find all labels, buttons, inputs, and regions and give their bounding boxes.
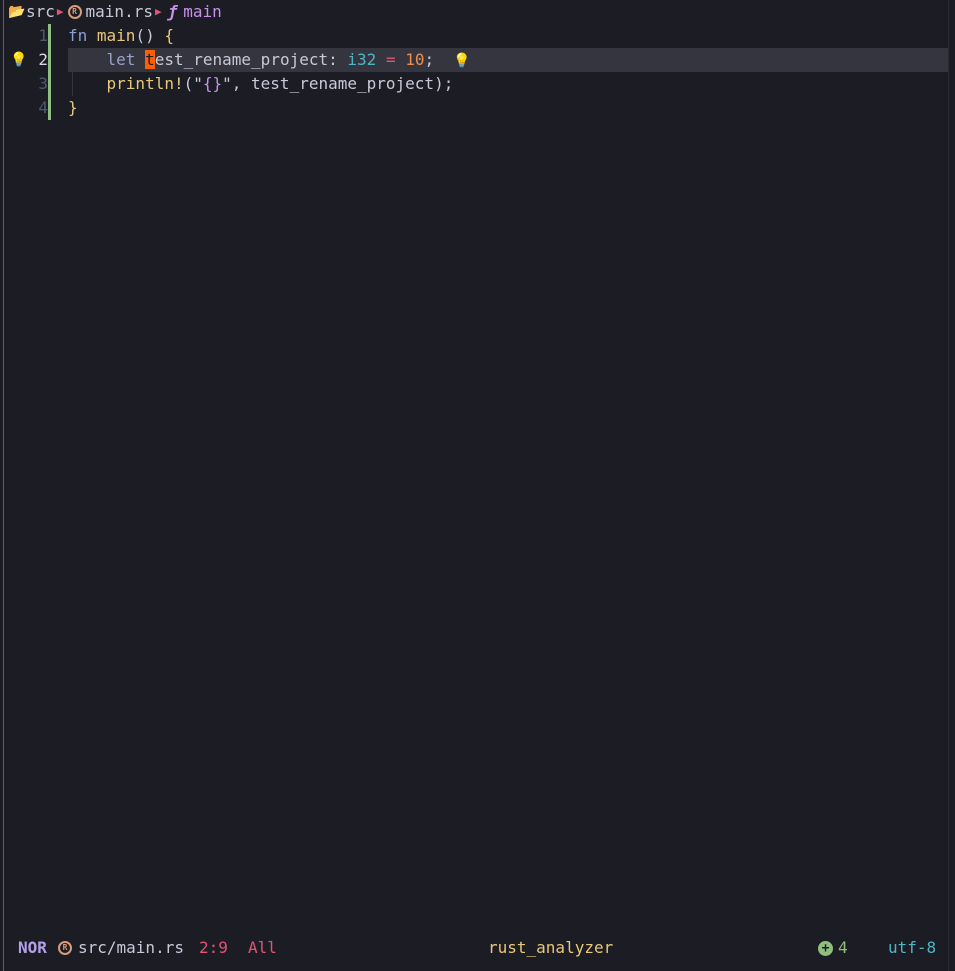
cursor-position: 2:9 [199, 938, 228, 957]
lightbulb-icon[interactable]: 💡 [453, 53, 470, 69]
breadcrumb: 📂 src ▶ R main.rs ▶ ƒ main [8, 0, 948, 24]
mode-indicator: NOR [18, 938, 47, 957]
brace-token: } [68, 98, 78, 117]
punctuation-token: ); [434, 74, 454, 93]
identifier-token: est_rename_project [154, 50, 329, 69]
keyword-token: let [106, 50, 136, 69]
file-encoding: utf-8 [888, 938, 937, 957]
breadcrumb-symbol[interactable]: main [183, 0, 222, 24]
statusline: NOR R src/main.rs 2:9 All rust_analyzer … [0, 936, 948, 960]
git-added-sign [48, 48, 51, 72]
macro-token: println! [106, 74, 184, 93]
line-number: 1 [38, 26, 48, 45]
code-text[interactable]: } [68, 96, 948, 120]
identifier-token: test_rename_project [251, 74, 435, 93]
text-cursor: t [145, 50, 155, 69]
code-line-current[interactable]: 💡 2 let test_rename_project: i32 = 10; 💡 [0, 48, 948, 72]
number-token: 10 [405, 50, 425, 69]
window-border-right [948, 0, 949, 971]
scroll-indicator: All [248, 938, 277, 957]
code-text[interactable]: let test_rename_project: i32 = 10; 💡 [68, 48, 948, 72]
code-text[interactable]: println!("{}", test_rename_project); [68, 72, 948, 96]
code-line[interactable]: 4 } [0, 96, 948, 120]
line-number: 2 [38, 50, 48, 69]
line-number: 4 [38, 98, 48, 117]
chevron-right-icon: ▶ [56, 5, 64, 18]
rust-file-icon: R [58, 941, 72, 955]
type-token: i32 [347, 50, 377, 69]
lightbulb-icon[interactable]: 💡 [10, 48, 28, 72]
code-text[interactable]: fn main() { [68, 24, 948, 48]
breadcrumb-file[interactable]: main.rs [86, 0, 153, 24]
lsp-client-name: rust_analyzer [488, 938, 614, 957]
rust-file-icon: R [67, 5, 82, 19]
function-name-token: main [96, 26, 136, 45]
status-file-path: src/main.rs [78, 938, 184, 957]
format-placeholder-token: {} [202, 74, 223, 93]
punctuation-token: () [135, 26, 155, 45]
git-added-sign [48, 72, 51, 96]
operator-token: = [385, 50, 396, 69]
keyword-token: fn [68, 26, 88, 45]
string-token: ", [222, 74, 242, 93]
git-added-sign [48, 96, 51, 120]
string-token: (" [183, 74, 203, 93]
brace-token: { [164, 26, 174, 45]
punctuation-token: ; [424, 50, 435, 69]
code-line[interactable]: 1 fn main() { [0, 24, 948, 48]
line-number: 3 [38, 74, 48, 93]
plus-circle-icon: + [818, 941, 833, 956]
folder-open-icon: 📂 [8, 4, 26, 20]
git-added-sign [48, 24, 51, 48]
code-line[interactable]: 3 println!("{}", test_rename_project); [0, 72, 948, 96]
punctuation-token: : [328, 50, 338, 69]
function-icon: ƒ [167, 2, 178, 21]
editor-buffer[interactable]: 1 fn main() { 💡 2 let test_rename_projec… [0, 24, 948, 120]
chevron-right-icon: ▶ [154, 5, 162, 18]
diagnostics-count: 4 [838, 938, 848, 957]
breadcrumb-folder[interactable]: src [26, 0, 55, 24]
